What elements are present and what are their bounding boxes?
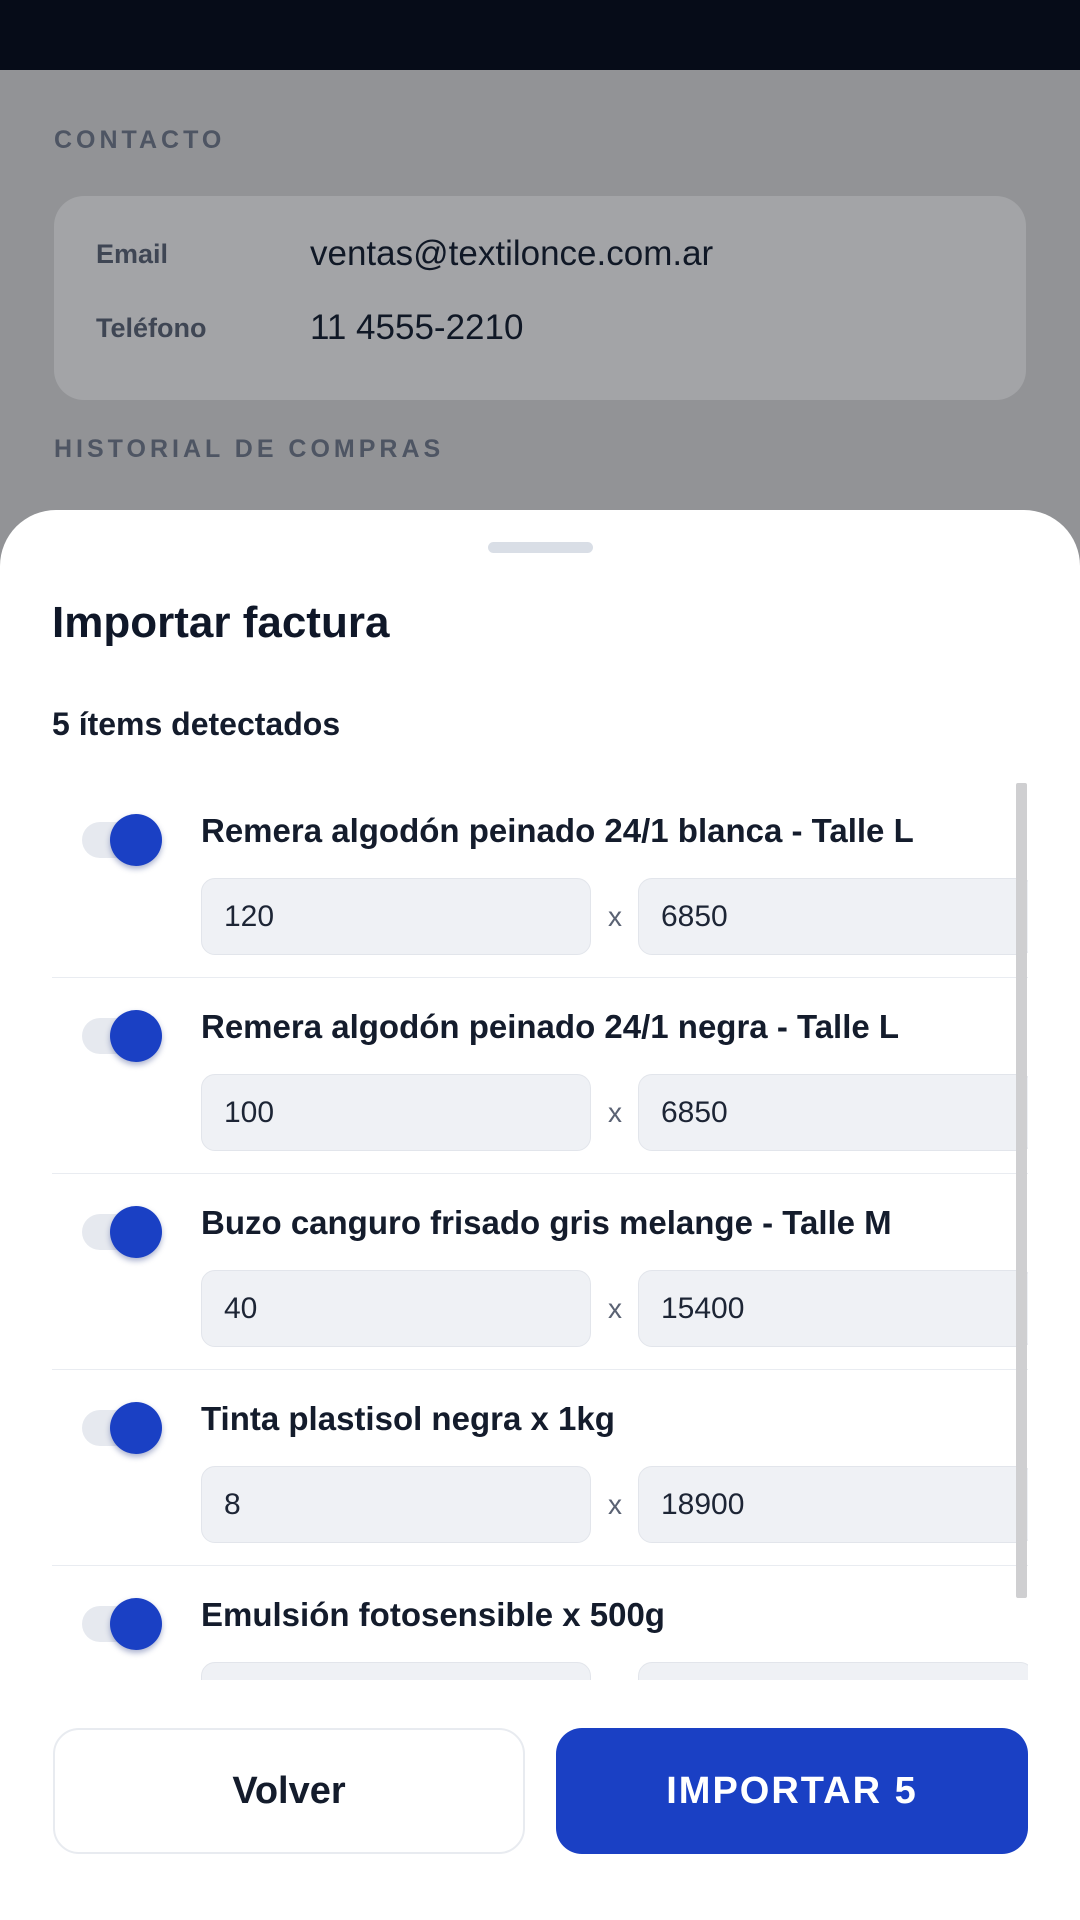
history-section-label: HISTORIAL DE COMPRAS xyxy=(54,435,445,463)
item-include-toggle[interactable] xyxy=(82,1206,162,1258)
quantity-field[interactable]: 100 xyxy=(201,1074,591,1151)
times-sign: x xyxy=(608,1293,622,1324)
item-include-toggle[interactable] xyxy=(82,1010,162,1062)
list-item: Emulsión fotosensible x 500g x xyxy=(52,1566,1028,1680)
contact-card: Email ventas@textilonce.com.ar Teléfono … xyxy=(54,196,1026,400)
import-button[interactable]: IMPORTAR 5 xyxy=(556,1728,1028,1854)
item-include-toggle[interactable] xyxy=(82,814,162,866)
contact-phone-value: 11 4555-2210 xyxy=(310,308,524,347)
unit-price-field[interactable]: 6850 xyxy=(638,1074,1028,1151)
unit-price-field[interactable]: 6850 xyxy=(638,878,1028,955)
contact-row-phone: Teléfono 11 4555-2210 xyxy=(96,308,523,348)
sheet-drag-handle[interactable] xyxy=(488,542,593,553)
contact-phone-label: Teléfono xyxy=(96,312,207,343)
contact-email-value: ventas@textilonce.com.ar xyxy=(310,234,714,273)
toggle-knob xyxy=(110,814,162,866)
toggle-knob xyxy=(110,1598,162,1650)
item-name: Remera algodón peinado 24/1 blanca - Tal… xyxy=(201,812,914,849)
unit-price-field[interactable]: 18900 xyxy=(638,1466,1028,1543)
list-item: Remera algodón peinado 24/1 blanca - Tal… xyxy=(52,782,1028,978)
items-list[interactable]: Remera algodón peinado 24/1 blanca - Tal… xyxy=(52,782,1028,1680)
status-bar xyxy=(0,0,1080,70)
sheet-title: Importar factura xyxy=(52,598,390,647)
times-sign: x xyxy=(608,1097,622,1128)
times-sign: x xyxy=(608,901,622,932)
list-item: Tinta plastisol negra x 1kg 8 x 18900 xyxy=(52,1370,1028,1566)
item-include-toggle[interactable] xyxy=(82,1402,162,1454)
times-sign: x xyxy=(602,1662,628,1680)
toggle-knob xyxy=(110,1402,162,1454)
times-sign: x xyxy=(608,1489,622,1520)
toggle-knob xyxy=(110,1206,162,1258)
quantity-field[interactable]: 8 xyxy=(201,1466,591,1543)
quantity-field[interactable] xyxy=(201,1662,591,1680)
items-scrollbar[interactable] xyxy=(1016,783,1027,1598)
contact-section-label: CONTACTO xyxy=(54,126,226,154)
list-item: Remera algodón peinado 24/1 negra - Tall… xyxy=(52,978,1028,1174)
quantity-field[interactable]: 40 xyxy=(201,1270,591,1347)
item-name: Emulsión fotosensible x 500g xyxy=(201,1596,665,1633)
unit-price-field[interactable]: 15400 xyxy=(638,1270,1028,1347)
unit-price-field[interactable] xyxy=(638,1662,1028,1680)
toggle-knob xyxy=(110,1010,162,1062)
contact-row-email: Email ventas@textilonce.com.ar xyxy=(96,234,713,274)
item-name: Tinta plastisol negra x 1kg xyxy=(201,1400,615,1437)
item-name: Buzo canguro frisado gris melange - Tall… xyxy=(201,1204,892,1241)
list-item: Buzo canguro frisado gris melange - Tall… xyxy=(52,1174,1028,1370)
back-button[interactable]: Volver xyxy=(53,1728,525,1854)
item-include-toggle[interactable] xyxy=(82,1598,162,1650)
detected-items-count: 5 ítems detectados xyxy=(52,706,341,742)
contact-email-label: Email xyxy=(96,238,169,269)
item-name: Remera algodón peinado 24/1 negra - Tall… xyxy=(201,1008,900,1045)
quantity-field[interactable]: 120 xyxy=(201,878,591,955)
import-invoice-sheet: Importar factura 5 ítems detectados Reme… xyxy=(0,510,1080,1920)
